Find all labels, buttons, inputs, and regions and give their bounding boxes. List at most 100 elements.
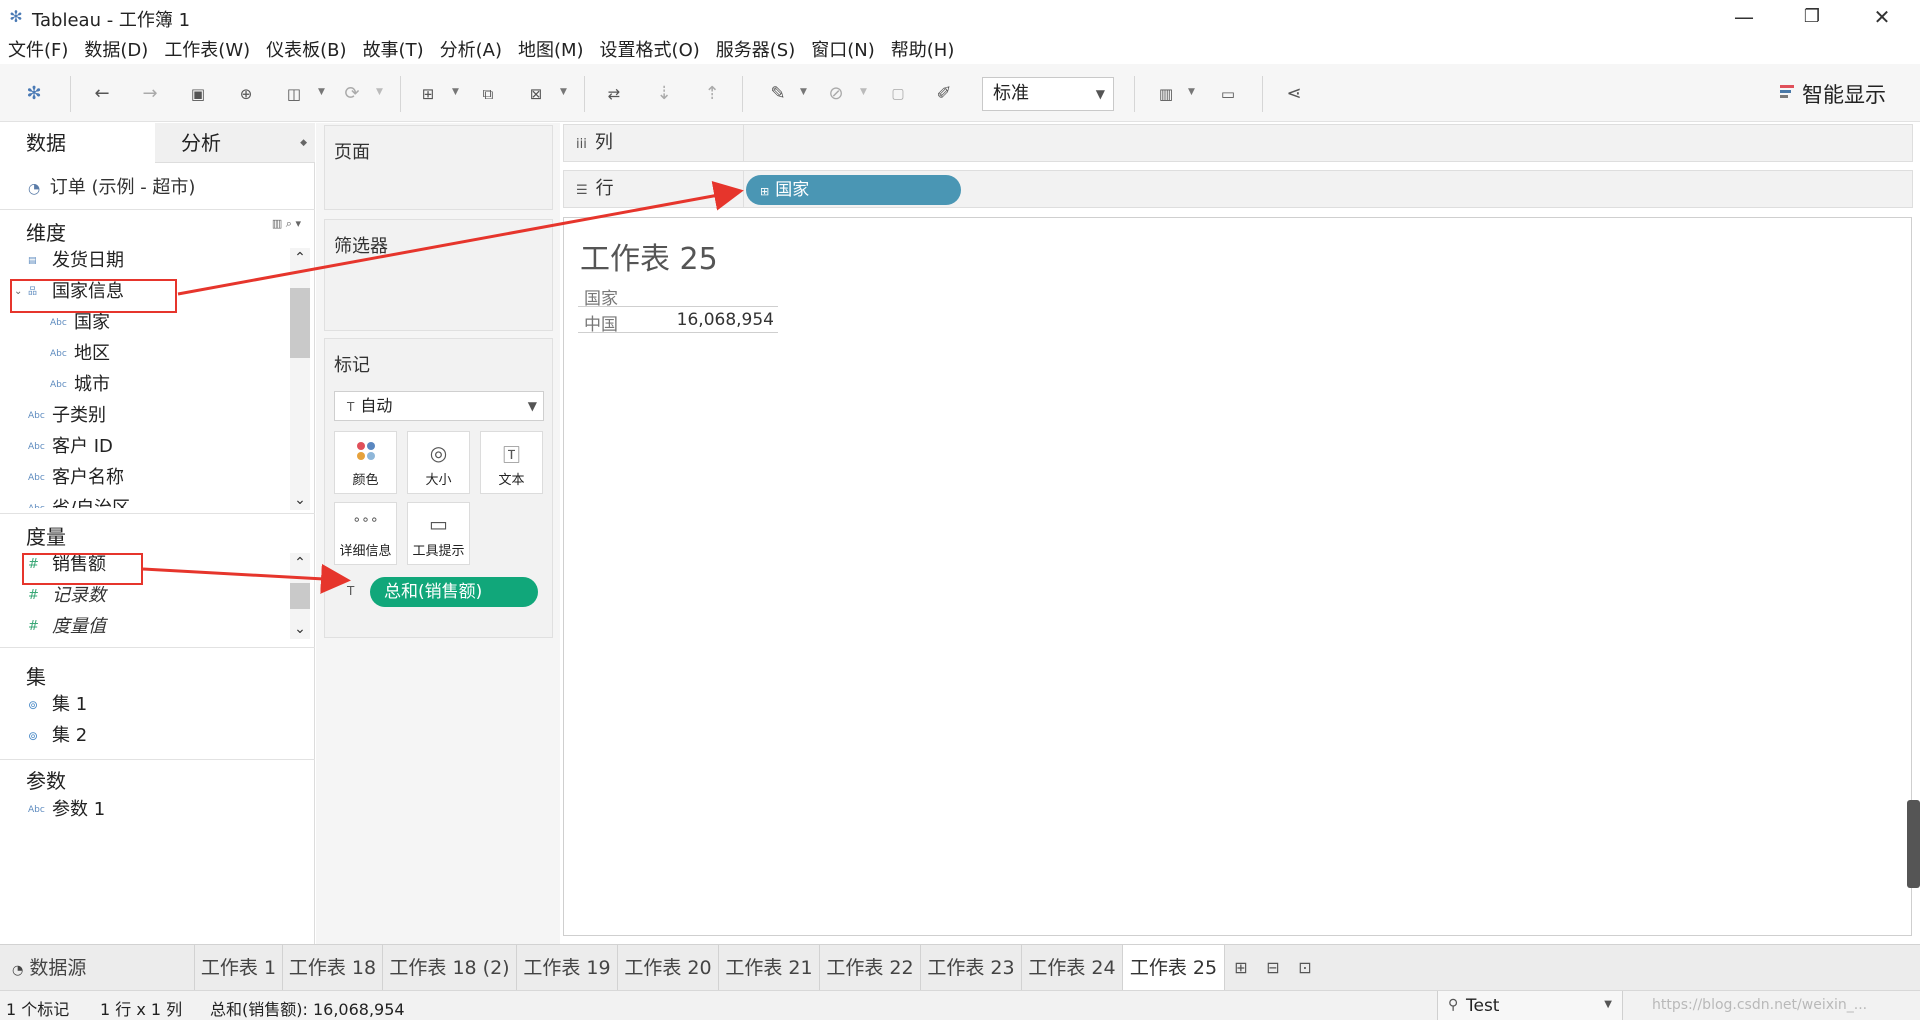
dimensions-scrollbar[interactable]: ⌃ ⌄ — [290, 248, 310, 510]
pin-icon[interactable]: ✐ — [930, 80, 958, 108]
detail-button[interactable]: ∘∘∘ 详细信息 — [334, 502, 397, 565]
show-me-button[interactable]: 智能显示 — [1780, 79, 1886, 109]
scroll-thumb[interactable] — [290, 583, 310, 609]
chevron-down-icon: ▼ — [527, 399, 537, 413]
tab-sheet-23[interactable]: 工作表 23 — [921, 945, 1022, 991]
menu-dashboard[interactable]: 仪表板(B) — [266, 36, 346, 62]
field-measure-values[interactable]: # 度量值 — [28, 613, 106, 641]
chevron-down-icon[interactable]: ▼ — [560, 87, 567, 97]
undo-icon[interactable]: ← — [88, 80, 116, 108]
scroll-thumb[interactable] — [290, 288, 310, 358]
new-dashboard-icon[interactable]: ⊟ — [1262, 957, 1284, 979]
tab-sheet-18-2[interactable]: 工作表 18 (2) — [383, 945, 517, 991]
field-province[interactable]: Abc省/自治区 — [28, 495, 130, 508]
new-datasource-icon[interactable]: ⊕ — [232, 80, 260, 108]
chevron-down-icon[interactable]: ▼ — [376, 87, 383, 97]
tab-sheet-19[interactable]: 工作表 19 — [517, 945, 618, 991]
chevron-down-icon[interactable]: ▼ — [1188, 87, 1195, 97]
field-city[interactable]: Abc 城市 — [50, 371, 110, 399]
tab-sheet-21[interactable]: 工作表 21 — [719, 945, 820, 991]
pause-updates-icon[interactable]: ◫ — [280, 80, 308, 108]
field-set-1[interactable]: ⊚ 集 1 — [28, 691, 87, 719]
tab-sheet-25[interactable]: 工作表 25 — [1123, 945, 1225, 991]
tab-sheet-24[interactable]: 工作表 24 — [1022, 945, 1123, 991]
menu-worksheet[interactable]: 工作表(W) — [164, 36, 250, 62]
tooltip-button[interactable]: ▭ 工具提示 — [407, 502, 470, 565]
text-button[interactable]: 🅃 文本 — [480, 431, 543, 494]
field-customer-name[interactable]: Abc 客户名称 — [28, 464, 124, 492]
datasource-item[interactable]: ◔ 订单 (示例 - 超市) — [28, 173, 195, 199]
measures-scrollbar[interactable]: ⌃ ⌄ — [290, 553, 310, 639]
tab-sheet-22[interactable]: 工作表 22 — [820, 945, 921, 991]
rows-shelf[interactable]: ☰ 行 ⊞ 国家 — [563, 170, 1913, 208]
minimize-button[interactable]: — — [1714, 2, 1774, 32]
new-worksheet-icon[interactable]: ⊞ — [414, 80, 442, 108]
show-me-label: 智能显示 — [1802, 83, 1886, 107]
field-country[interactable]: Abc 国家 — [50, 309, 110, 337]
clear-sheet-icon[interactable]: ⊠ — [522, 80, 550, 108]
menu-data[interactable]: 数据(D) — [84, 36, 148, 62]
restore-button[interactable]: ❐ — [1782, 2, 1842, 32]
country-pill[interactable]: ⊞ 国家 — [746, 175, 961, 205]
view-search-tools[interactable]: ▥ ⌕ ▾ — [272, 217, 301, 231]
menu-analysis[interactable]: 分析(A) — [440, 36, 502, 62]
scroll-down-icon[interactable]: ⌄ — [290, 619, 310, 639]
tab-analysis[interactable]: 分析 ◆ — [155, 123, 315, 163]
tab-data[interactable]: 数据 — [0, 123, 155, 163]
fit-select[interactable]: 标准 ▼ — [982, 77, 1114, 111]
menu-file[interactable]: 文件(F) — [8, 36, 68, 62]
save-icon[interactable]: ▣ — [184, 80, 212, 108]
chevron-down-icon[interactable]: ▼ — [800, 87, 807, 97]
close-button[interactable]: ✕ — [1852, 2, 1912, 32]
row-value[interactable]: 16,068,954 — [674, 310, 774, 330]
menu-help[interactable]: 帮助(H) — [891, 36, 955, 62]
presentation-mode-icon[interactable]: ▭ — [1214, 80, 1242, 108]
menu-server[interactable]: 服务器(S) — [716, 36, 795, 62]
chevron-down-icon[interactable]: ▼ — [452, 87, 459, 97]
color-button[interactable]: 颜色 — [334, 431, 397, 494]
show-cards-icon[interactable]: ▥ — [1152, 80, 1180, 108]
tableau-home-icon[interactable]: ✻ — [20, 80, 48, 108]
chevron-down-icon[interactable]: ▼ — [318, 87, 325, 97]
redo-icon[interactable]: → — [136, 80, 164, 108]
tab-sheet-1[interactable]: 工作表 1 — [195, 945, 283, 991]
menu-story[interactable]: 故事(T) — [363, 36, 424, 62]
group-members-icon[interactable]: ⊘ — [822, 80, 850, 108]
field-customer-id[interactable]: Abc 客户 ID — [28, 433, 113, 461]
user-menu[interactable]: ⚲ Test ▼ — [1437, 991, 1623, 1020]
side-handle[interactable] — [1907, 800, 1920, 888]
field-subcategory[interactable]: Abc 子类别 — [28, 402, 106, 430]
pages-card[interactable]: 页面 — [324, 125, 553, 210]
field-set-2[interactable]: ⊚ 集 2 — [28, 722, 87, 750]
sort-descending-icon[interactable]: ⇡ — [698, 80, 726, 108]
new-story-icon[interactable]: ⊡ — [1294, 957, 1316, 979]
duplicate-sheet-icon[interactable]: ⧉ — [474, 80, 502, 108]
sum-sales-pill[interactable]: 总和(销售额) — [370, 577, 538, 607]
mark-type-select[interactable]: T 自动 ▼ — [334, 391, 544, 421]
menu-format[interactable]: 设置格式(O) — [600, 36, 700, 62]
menu-map[interactable]: 地图(M) — [518, 36, 584, 62]
scroll-up-icon[interactable]: ⌃ — [290, 248, 310, 268]
field-region[interactable]: Abc 地区 — [50, 340, 110, 368]
swap-axes-icon[interactable]: ⇄ — [600, 80, 628, 108]
sort-ascending-icon[interactable]: ⇣ — [650, 80, 678, 108]
tab-sheet-18[interactable]: 工作表 18 — [283, 945, 383, 991]
field-ship-date[interactable]: ▤ 发货日期 — [28, 247, 124, 275]
tab-datasource[interactable]: ◔ 数据源 — [0, 945, 195, 991]
highlight-icon[interactable]: ✎ — [764, 80, 792, 108]
share-icon[interactable]: ⋖ — [1280, 80, 1308, 108]
columns-shelf[interactable]: iii 列 — [563, 124, 1913, 162]
show-labels-icon[interactable]: ▢ — [884, 80, 912, 108]
menu-window[interactable]: 窗口(N) — [811, 36, 875, 62]
new-worksheet-icon[interactable]: ⊞ — [1230, 957, 1252, 979]
tab-sheet-20[interactable]: 工作表 20 — [618, 945, 719, 991]
filters-card[interactable]: 筛选器 — [324, 219, 553, 331]
dimensions-title: 维度 — [26, 221, 66, 245]
scroll-up-icon[interactable]: ⌃ — [290, 553, 310, 573]
field-param-1[interactable]: Abc 参数 1 — [28, 796, 105, 824]
refresh-icon[interactable]: ⟳ — [338, 80, 366, 108]
size-button[interactable]: ◎ 大小 — [407, 431, 470, 494]
scroll-down-icon[interactable]: ⌄ — [290, 490, 310, 510]
chevron-down-icon[interactable]: ▼ — [860, 87, 867, 97]
field-record-count[interactable]: # 记录数 — [28, 582, 106, 610]
